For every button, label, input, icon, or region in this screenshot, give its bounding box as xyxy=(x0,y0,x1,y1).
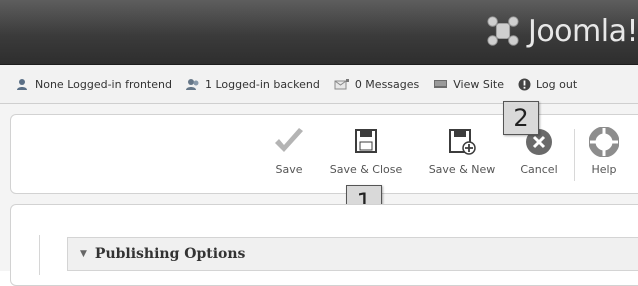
save-and-close-label: Save & Close xyxy=(329,163,403,176)
status-frontend-label: None Logged-in frontend xyxy=(35,77,172,91)
status-backend-label: 1 Logged-in backend xyxy=(204,77,320,91)
admin-header: Joomla! xyxy=(0,0,638,65)
toolbar: Save Save & Close Save & New Cancel Help xyxy=(10,114,638,194)
save-button[interactable]: Save xyxy=(269,127,309,176)
floppy-icon xyxy=(355,129,377,153)
publishing-options-label: Publishing Options xyxy=(94,246,246,262)
messages-link[interactable]: 0 Messages xyxy=(334,78,419,91)
save-label: Save xyxy=(275,163,303,176)
view-site-link[interactable]: View Site xyxy=(433,78,504,91)
view-site-label: View Site xyxy=(453,77,504,91)
triangle-down-icon: ▼ xyxy=(80,249,87,259)
brand-name: Joomla! xyxy=(527,13,638,49)
help-label: Help xyxy=(591,163,617,176)
joomla-logo: Joomla! xyxy=(484,13,638,49)
content-left-column xyxy=(11,235,40,275)
callout-2: 2 xyxy=(503,101,539,135)
content-panel: ▼ Publishing Options xyxy=(10,204,638,286)
logout-label: Log out xyxy=(535,77,578,91)
monitor-icon xyxy=(434,80,448,88)
messages-label: 0 Messages xyxy=(354,77,420,91)
checkmark-icon xyxy=(275,128,303,152)
status-frontend-users: None Logged-in frontend xyxy=(16,78,172,91)
logout-link[interactable]: Log out xyxy=(518,78,577,91)
status-bar: None Logged-in frontend 1 Logged-in back… xyxy=(0,65,638,104)
help-button[interactable]: Help xyxy=(582,127,626,176)
save-and-new-button[interactable]: Save & New xyxy=(422,127,502,176)
save-and-new-label: Save & New xyxy=(428,163,496,176)
publishing-options-toggle[interactable]: ▼ Publishing Options xyxy=(67,237,638,271)
lifebuoy-icon xyxy=(589,127,619,157)
info-icon xyxy=(518,78,531,90)
floppy-plus-icon xyxy=(449,129,476,155)
users-icon xyxy=(185,78,199,90)
save-and-close-button[interactable]: Save & Close xyxy=(324,127,408,176)
toolbar-divider xyxy=(574,129,575,181)
user-icon xyxy=(17,78,27,90)
joomla-logo-icon xyxy=(487,16,519,46)
cancel-label: Cancel xyxy=(520,163,558,176)
status-backend-users: 1 Logged-in backend xyxy=(185,77,320,91)
message-icon xyxy=(334,78,349,89)
